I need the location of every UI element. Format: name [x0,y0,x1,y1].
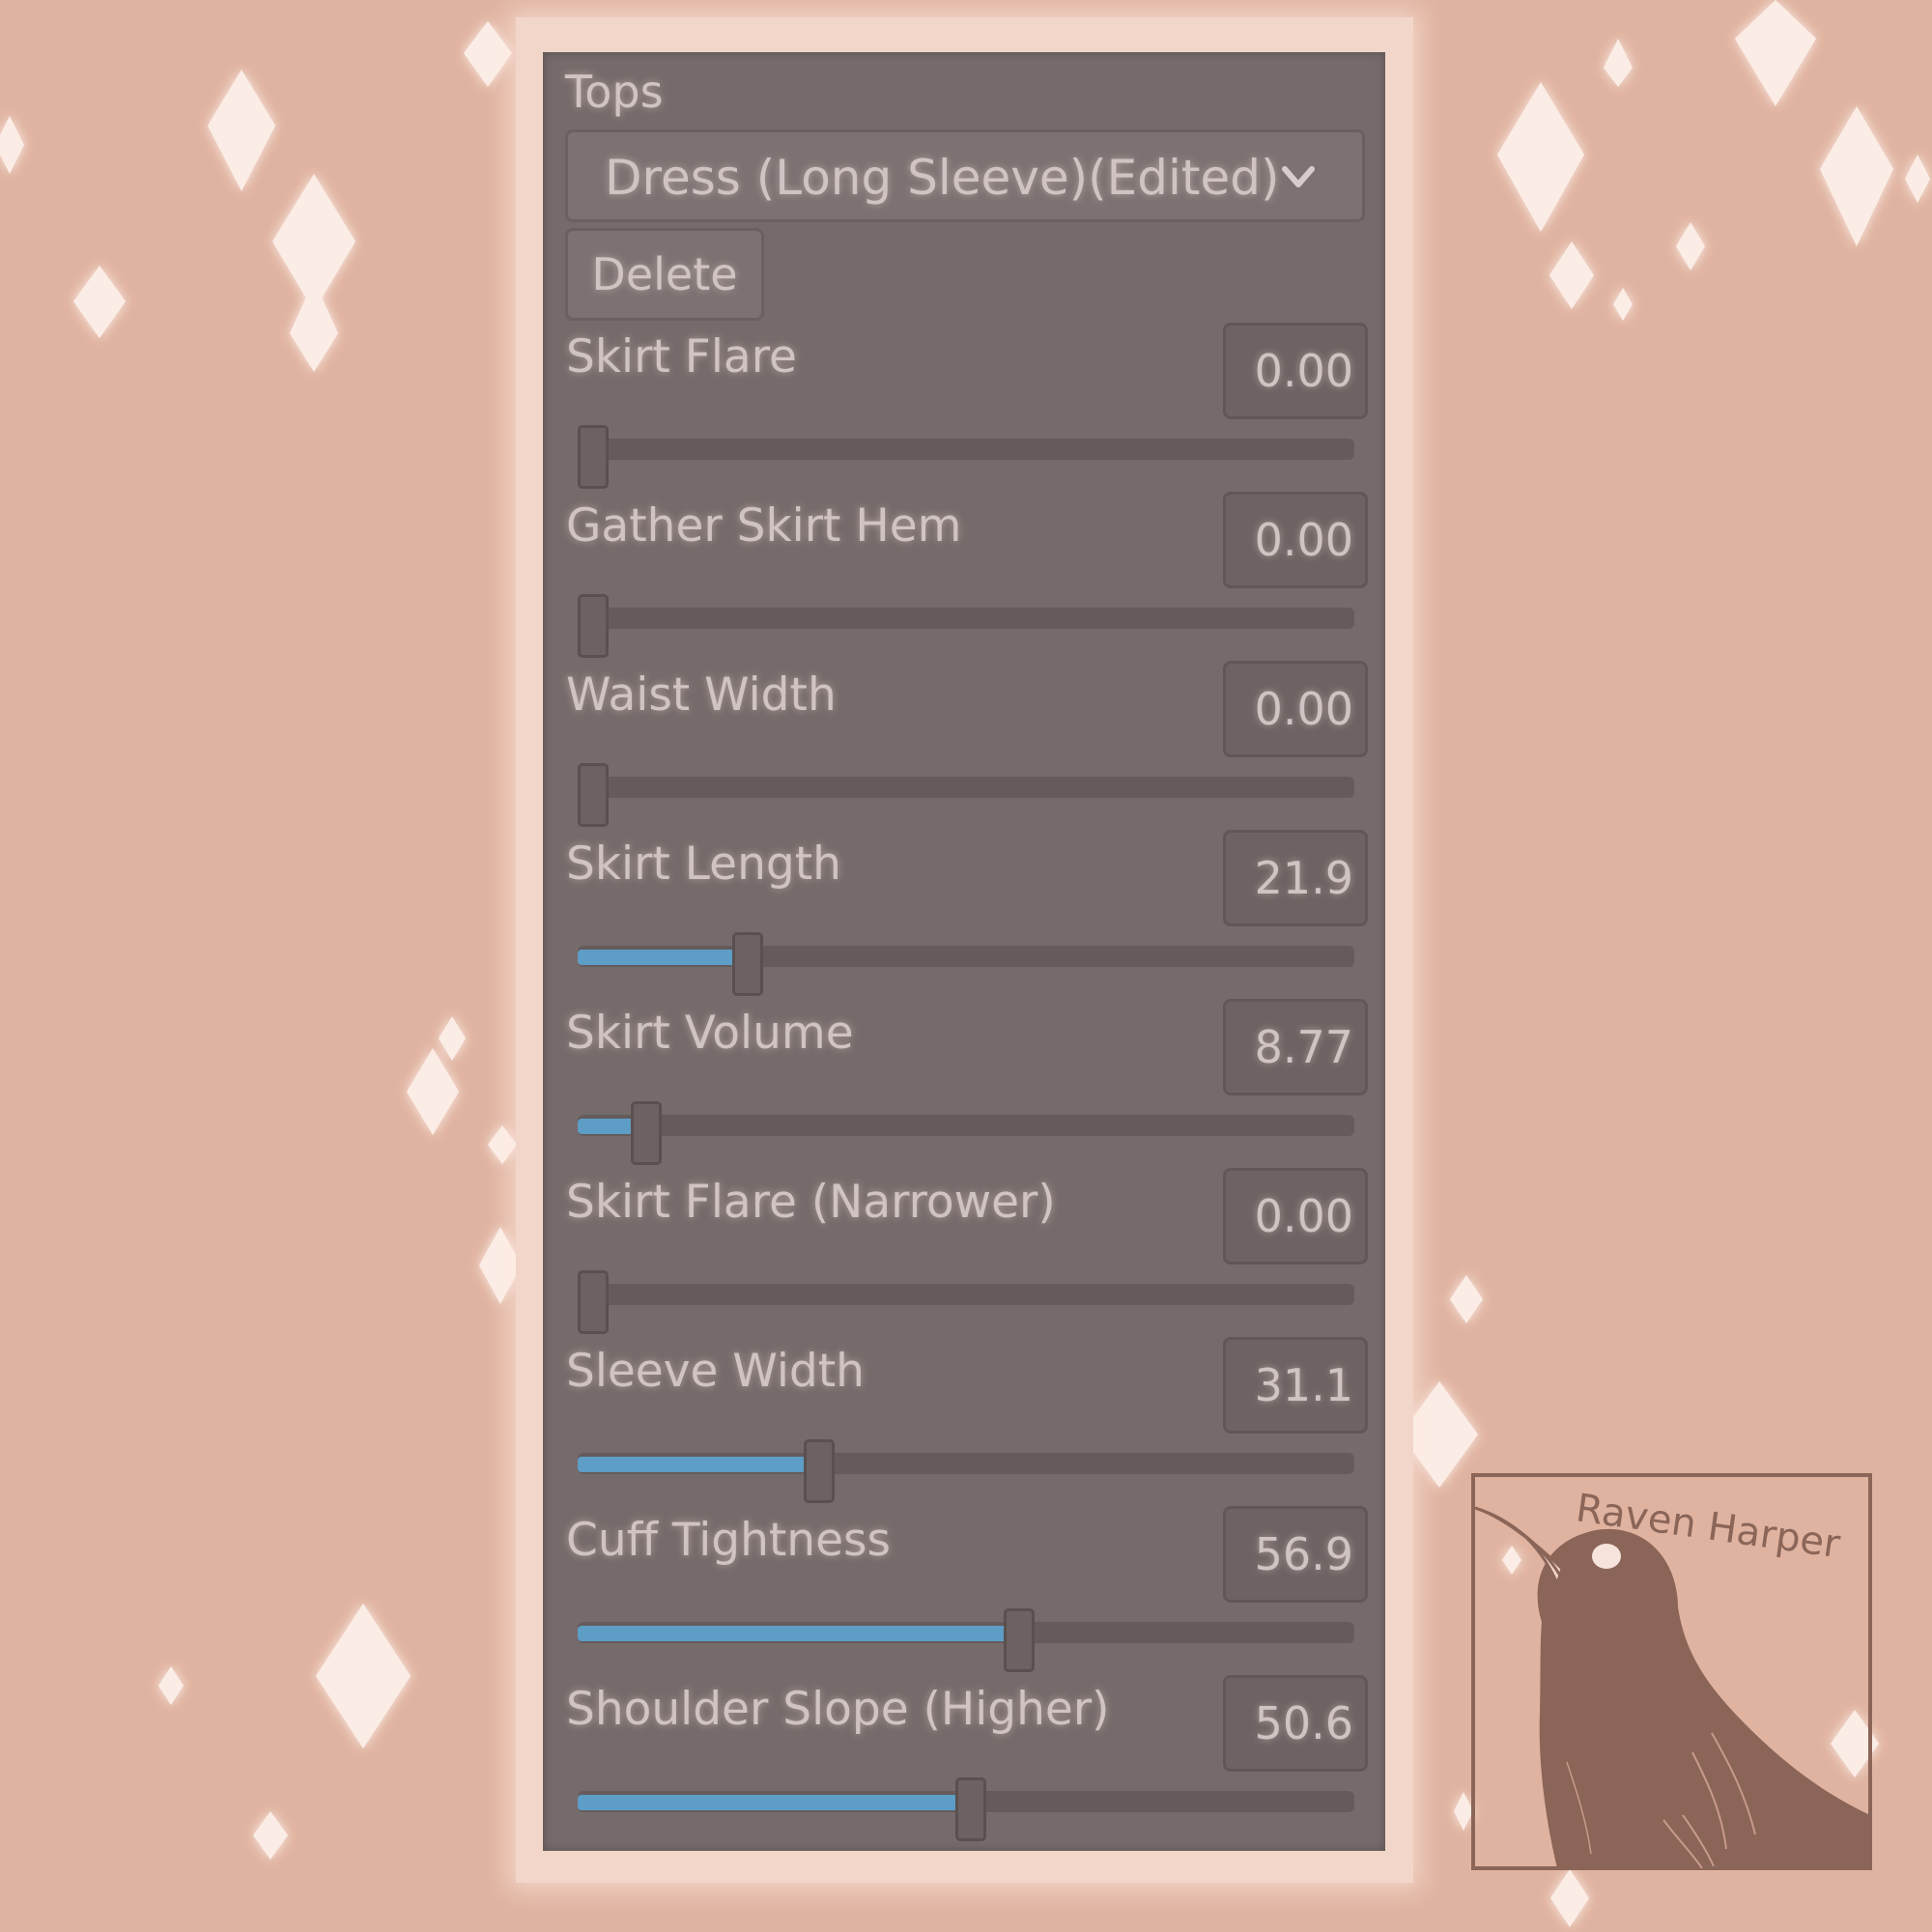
sparkle-icon [158,1666,184,1705]
slider-thumb[interactable] [578,594,609,658]
slider-label: Skirt Volume [566,1007,854,1060]
slider-row: Gather Skirt Hem 0.00 [543,492,1385,661]
slider-value-input[interactable]: 8.77 [1223,999,1368,1095]
slider-label: Skirt Flare (Narrower) [566,1176,1056,1229]
sparkle-icon [407,1048,459,1135]
sparkle-icon [208,70,275,191]
tops-settings-panel: Tops Dress (Long Sleeve)(Edited) Delete … [543,52,1385,1851]
top-style-dropdown[interactable]: Dress (Long Sleeve)(Edited) [565,129,1365,222]
slider-track[interactable] [578,946,1354,967]
section-title: Tops [565,66,664,118]
sparkle-icon [1905,155,1930,203]
slider-value-input[interactable]: 50.6 [1223,1675,1368,1772]
sparkle-icon [73,266,126,338]
slider-row: Skirt Flare 0.00 [543,323,1385,492]
dropdown-selected-value: Dress (Long Sleeve)(Edited) [605,150,1280,206]
slider-track[interactable] [578,777,1354,798]
delete-button[interactable]: Delete [565,228,764,321]
slider-track[interactable] [578,1115,1354,1136]
slider-value-input[interactable]: 21.9 [1223,830,1368,926]
screenshot-stage: Tops Dress (Long Sleeve)(Edited) Delete … [0,0,1932,1932]
slider-row: Waist Width 0.00 [543,661,1385,830]
slider-row: Sleeve Width 31.1 [543,1337,1385,1506]
slider-row: Skirt Flare (Narrower) 0.00 [543,1168,1385,1337]
slider-fill [578,950,749,965]
slider-label: Skirt Flare [566,330,797,384]
sparkle-icon [1450,1275,1483,1323]
slider-row: Shoulder Slope (Higher) 50.6 [543,1675,1385,1844]
slider-value-input[interactable]: 31.1 [1223,1337,1368,1434]
slider-thumb[interactable] [630,1101,662,1165]
sparkle-icon [1550,1869,1589,1927]
sparkle-icon [253,1811,288,1860]
slider-track[interactable] [578,439,1354,460]
slider-fill [578,1795,971,1810]
slider-label: Cuff Tightness [566,1514,891,1567]
sparkle-icon [0,116,24,174]
slider-thumb[interactable] [732,932,764,996]
slider-value-input[interactable]: 56.9 [1223,1506,1368,1603]
slider-track[interactable] [578,1622,1354,1643]
slider-track[interactable] [578,1453,1354,1474]
sparkle-icon [464,21,512,87]
slider-thumb[interactable] [804,1439,836,1503]
sparkle-icon [439,1016,466,1061]
slider-row: Skirt Length 21.9 [543,830,1385,999]
slider-fill [578,1626,1020,1641]
slider-track[interactable] [578,608,1354,629]
sparkle-icon [488,1125,517,1164]
sparkle-icon [1497,82,1584,232]
slider-track[interactable] [578,1284,1354,1305]
slider-fill [578,1457,820,1472]
slider-thumb[interactable] [1004,1608,1036,1672]
sparkle-icon [1735,0,1816,106]
sparkle-icon [1676,222,1705,270]
raven-harper-logo: Raven Harper [1471,1473,1872,1870]
chevron-down-icon [1282,166,1315,187]
slider-value-input[interactable]: 0.00 [1223,492,1368,588]
sparkle-icon [316,1604,411,1748]
slider-value-input[interactable]: 0.00 [1223,1168,1368,1264]
slider-value-input[interactable]: 0.00 [1223,661,1368,757]
sparkle-icon [1820,106,1893,246]
slider-thumb[interactable] [954,1777,986,1841]
slider-label: Shoulder Slope (Higher) [566,1683,1110,1736]
slider-label: Gather Skirt Hem [566,499,962,553]
slider-row: Cuff Tightness 56.9 [543,1506,1385,1675]
slider-thumb[interactable] [578,425,609,489]
sparkle-icon [1613,288,1633,321]
slider-label: Waist Width [566,668,837,722]
slider-label: Skirt Length [566,838,841,891]
sparkle-icon [1604,39,1633,87]
slider-label: Sleeve Width [566,1345,865,1398]
sparkle-icon [1549,242,1594,309]
slider-thumb[interactable] [578,763,609,827]
sparkle-icon [290,280,338,372]
slider-thumb[interactable] [578,1270,609,1334]
slider-value-input[interactable]: 0.00 [1223,323,1368,419]
slider-row: Skirt Volume 8.77 [543,999,1385,1168]
